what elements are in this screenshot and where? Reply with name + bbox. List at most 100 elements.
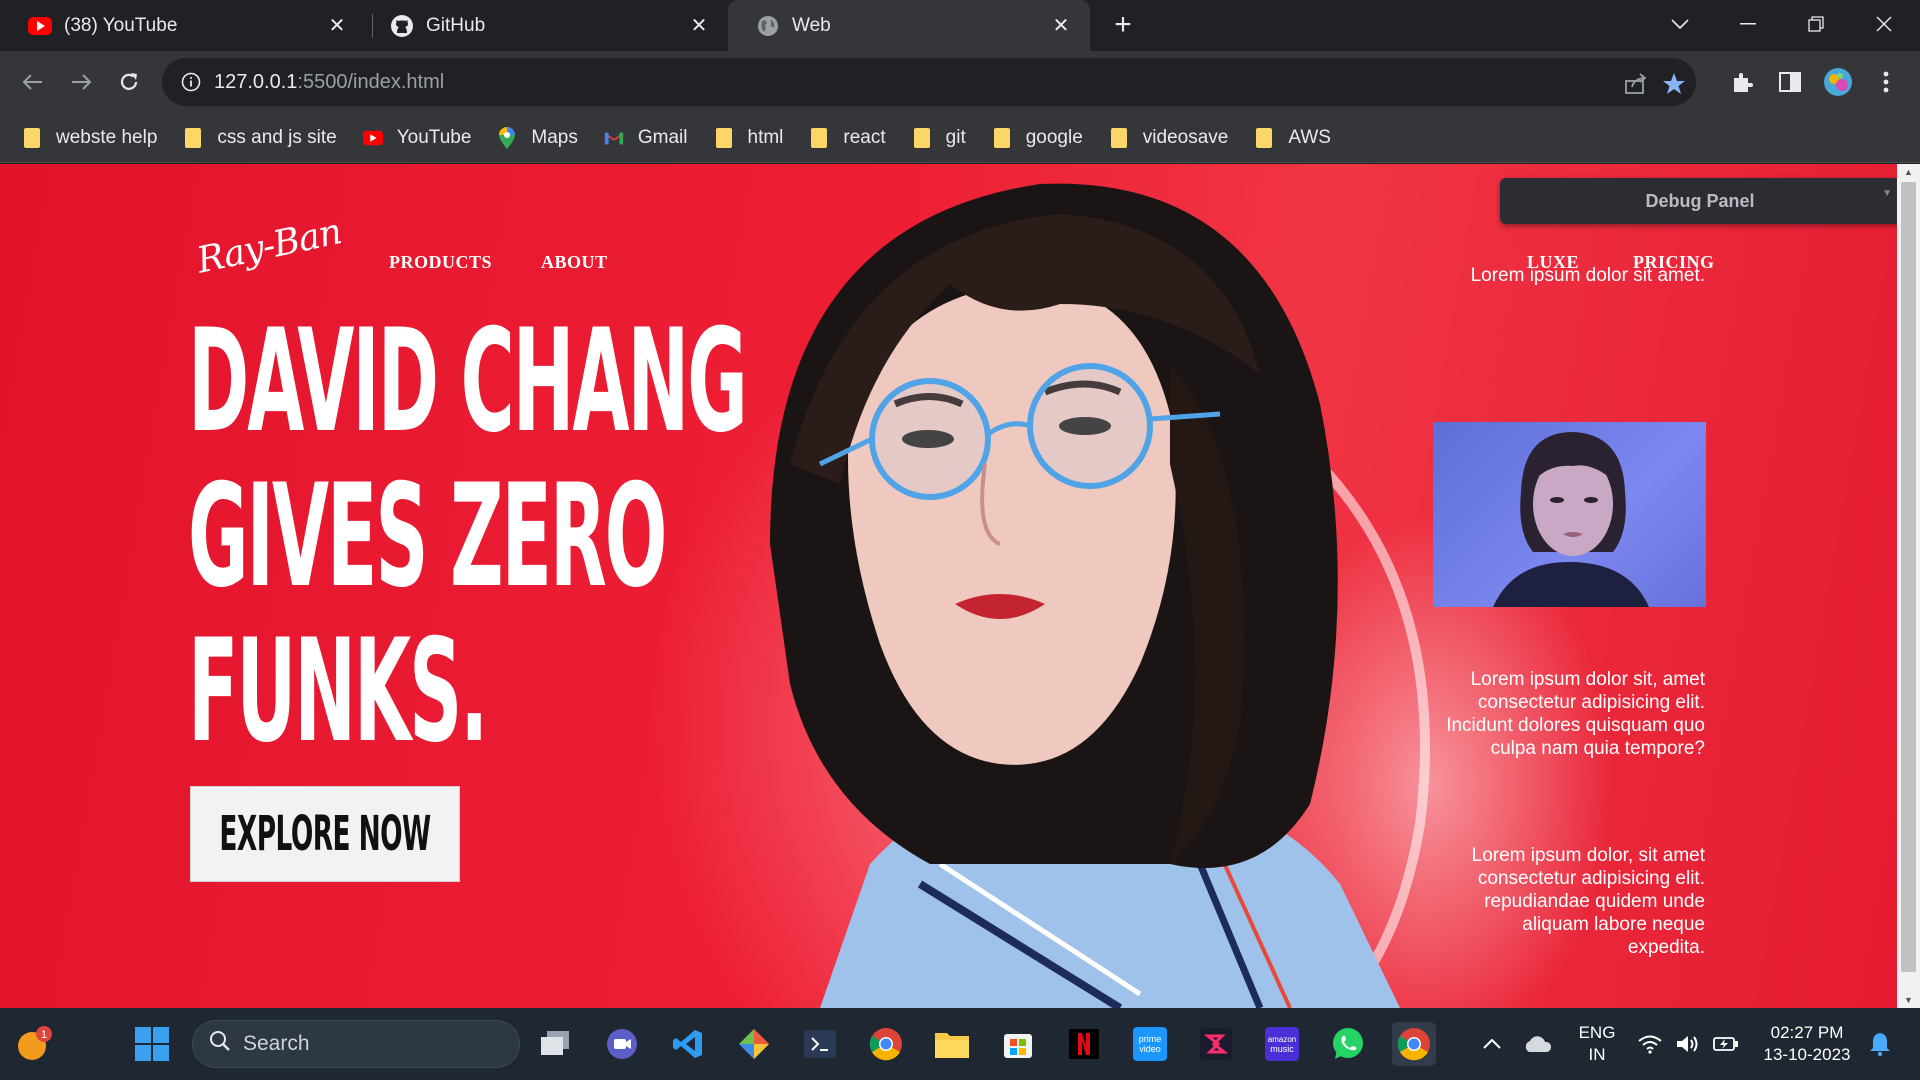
bookmark-aws[interactable]: AWS — [1254, 127, 1331, 149]
bookmark-label: css and js site — [217, 126, 337, 148]
bookmark-label: Gmail — [637, 126, 688, 148]
netflix-icon[interactable] — [1062, 1022, 1106, 1066]
debug-panel[interactable]: Debug Panel ▼ — [1500, 178, 1897, 224]
bookmark-label: videosave — [1142, 126, 1229, 148]
extensions-puzzle-icon[interactable] — [1726, 66, 1758, 98]
tab-github[interactable]: GitHub ✕ — [362, 0, 728, 51]
close-icon[interactable]: ✕ — [688, 13, 710, 38]
tab-title: (38) YouTube — [64, 14, 178, 36]
bookmark-gmail[interactable]: Gmail — [604, 127, 688, 149]
scroll-up-arrow-icon[interactable]: ▲ — [1897, 164, 1920, 180]
bookmark-label: git — [945, 126, 966, 148]
git-client-icon[interactable] — [732, 1022, 776, 1066]
new-tab-button[interactable]: + — [1108, 10, 1138, 40]
taskbar-search-box[interactable]: Search — [192, 1020, 520, 1068]
amazon-music-icon[interactable]: amazon music — [1260, 1022, 1304, 1066]
svg-text:prime: prime — [1139, 1034, 1162, 1044]
bookmark-label: webste help — [56, 126, 158, 148]
bookmark-webste-help[interactable]: webste help — [22, 127, 157, 149]
nav-products[interactable]: PRODUCTS — [389, 252, 492, 273]
clock[interactable]: 02:27 PM 13-10-2023 — [1752, 1022, 1862, 1066]
input-language[interactable]: ENG IN — [1574, 1022, 1620, 1066]
folder-icon — [714, 127, 734, 148]
rayban-logo[interactable]: Ray-Ban — [193, 211, 344, 281]
prime-video-icon[interactable]: prime video — [1128, 1022, 1172, 1066]
media-app-icon[interactable] — [1194, 1022, 1238, 1066]
bookmark-react[interactable]: react — [809, 126, 886, 149]
bookmark-maps[interactable]: Maps — [497, 126, 578, 149]
explore-now-button[interactable]: EXPLORE NOW — [190, 786, 460, 882]
headline-line: GIVES ZERO — [188, 454, 667, 619]
close-icon[interactable]: ✕ — [1050, 13, 1072, 38]
hero-portrait-image — [770, 183, 1430, 1008]
minimize-icon[interactable] — [1728, 6, 1768, 42]
bookmark-label: YouTube — [396, 126, 472, 148]
microsoft-store-icon[interactable] — [996, 1022, 1040, 1066]
bookmark-css-and-js-site[interactable]: css and js site — [183, 126, 337, 149]
bookmark-label: html — [747, 126, 784, 148]
debug-panel-label: Debug Panel — [1645, 190, 1755, 211]
tab-youtube[interactable]: (38) YouTube ✕ — [0, 0, 366, 51]
thumbnail-portrait-svg — [1493, 432, 1649, 607]
whatsapp-icon[interactable] — [1326, 1022, 1370, 1066]
bookmark-videosave[interactable]: videosave — [1109, 126, 1229, 149]
site-info-icon[interactable] — [180, 71, 202, 93]
task-view-icon[interactable] — [534, 1022, 578, 1066]
folder-icon — [809, 127, 829, 148]
region-code: IN — [1588, 1045, 1606, 1064]
chevron-down-icon: ▼ — [1882, 188, 1892, 199]
bookmark-git[interactable]: git — [912, 127, 966, 149]
side-panel-icon[interactable] — [1774, 66, 1806, 98]
scroll-down-arrow-icon[interactable]: ▼ — [1897, 992, 1920, 1008]
chrome-active-icon[interactable] — [1392, 1022, 1436, 1066]
teams-meet-icon[interactable] — [600, 1022, 644, 1066]
windows-taskbar: 1 Search prime video amazon music ENG IN… — [0, 1008, 1920, 1080]
side-paragraph-1: Lorem ipsum dolor sit, amet consectetur … — [1446, 669, 1705, 759]
thumbnail-portrait-image — [1433, 422, 1706, 607]
bookmark-google[interactable]: google — [992, 127, 1083, 149]
profile-avatar[interactable] — [1822, 66, 1854, 98]
forward-arrow-icon[interactable] — [64, 65, 98, 99]
bookmark-star-icon[interactable] — [1660, 70, 1688, 98]
weather-widget-icon[interactable]: 1 — [12, 1022, 56, 1066]
close-icon[interactable]: ✕ — [326, 13, 348, 38]
battery-icon[interactable] — [1704, 1022, 1748, 1066]
tab-search-chevron-icon[interactable] — [1660, 6, 1700, 42]
gmail-icon — [604, 128, 624, 148]
restore-icon[interactable] — [1796, 6, 1836, 42]
tab-title: GitHub — [426, 14, 486, 36]
share-icon[interactable] — [1622, 70, 1650, 98]
tray-chevron-up-icon[interactable] — [1470, 1022, 1514, 1066]
windows-start-icon[interactable] — [130, 1022, 174, 1066]
side-caption: Lorem ipsum dolor sit amet. — [1470, 265, 1705, 286]
bookmark-html[interactable]: html — [714, 126, 784, 149]
folder-icon — [992, 127, 1012, 148]
reload-icon[interactable] — [112, 65, 146, 99]
bookmark-youtube[interactable]: YouTube — [362, 126, 472, 149]
folder-icon — [1109, 127, 1129, 148]
scrollbar-thumb[interactable] — [1901, 182, 1916, 972]
onedrive-cloud-icon[interactable] — [1516, 1022, 1560, 1066]
url-path: :5500/index.html — [297, 70, 445, 93]
youtube-icon — [28, 14, 52, 38]
svg-text:video: video — [1139, 1044, 1161, 1054]
hero-headline: DAVID CHANG GIVES ZERO FUNKS. — [188, 304, 748, 769]
page-scrollbar[interactable]: ▲ ▼ — [1897, 164, 1920, 1008]
chrome-icon[interactable] — [864, 1022, 908, 1066]
tab-web[interactable]: Web ✕ — [728, 0, 1090, 51]
folder-icon — [1254, 127, 1274, 148]
address-bar[interactable]: 127.0.0.1:5500/index.html — [162, 58, 1696, 106]
terminal-icon[interactable] — [798, 1022, 842, 1066]
bookmark-label: react — [843, 126, 886, 148]
vscode-icon[interactable] — [666, 1022, 710, 1066]
url-host: 127.0.0.1 — [214, 70, 298, 93]
globe-icon — [756, 14, 780, 38]
back-arrow-icon[interactable] — [16, 65, 50, 99]
url-text: 127.0.0.1:5500/index.html — [214, 71, 444, 94]
nav-about[interactable]: ABOUT — [541, 252, 608, 273]
folder-icon — [183, 127, 203, 148]
more-menu-icon[interactable] — [1870, 66, 1902, 98]
file-explorer-icon[interactable] — [930, 1022, 974, 1066]
close-window-icon[interactable] — [1864, 6, 1904, 42]
notification-bell-icon[interactable] — [1858, 1022, 1902, 1066]
